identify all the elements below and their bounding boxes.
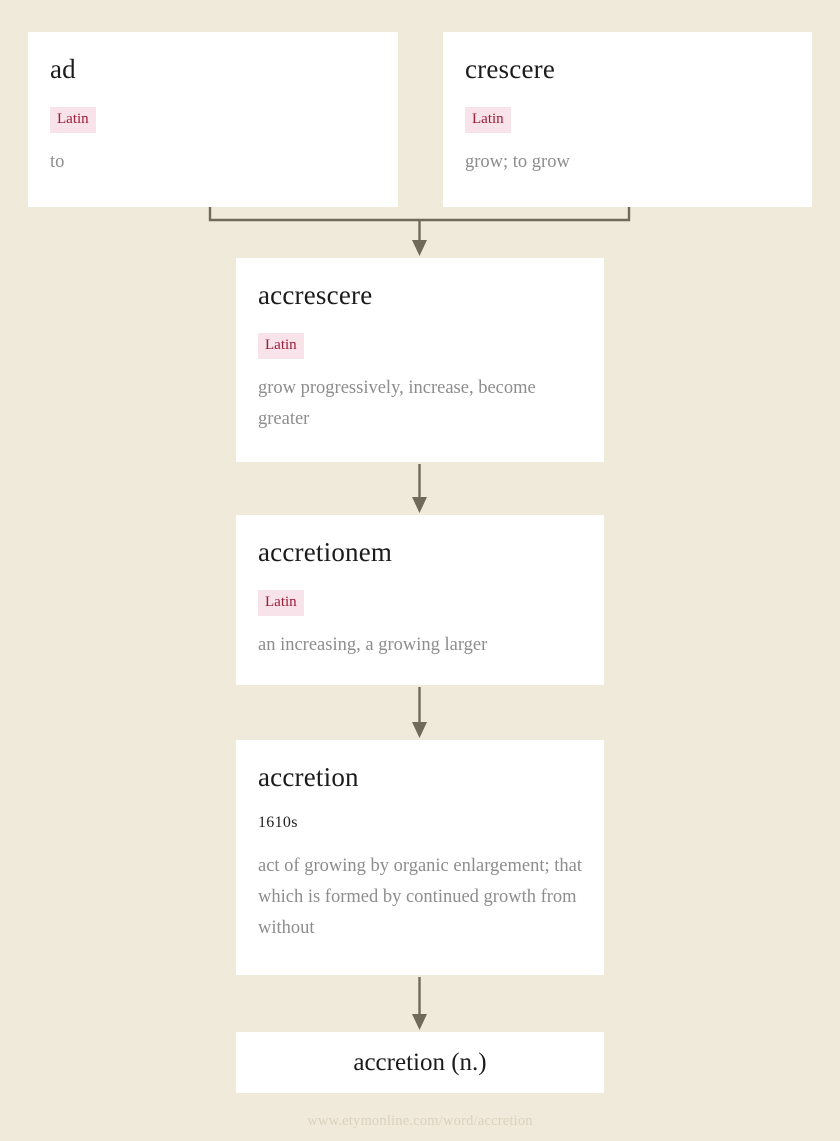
card-title: accrescere <box>258 280 373 310</box>
language-tag: Latin <box>258 590 304 617</box>
card-title: ad <box>50 54 76 84</box>
language-tag: Latin <box>258 333 304 360</box>
first-attested-date: 1610s <box>258 814 298 832</box>
card-gloss: to <box>50 152 65 173</box>
language-tag: Latin <box>465 107 511 134</box>
arrowhead-to-accretionem <box>412 497 427 513</box>
etymon-card-accretion[interactable]: accretion 1610s act of growing by organi… <box>236 740 604 975</box>
etymon-card-accretionem[interactable]: accretionem Latin an increasing, a growi… <box>236 515 604 685</box>
card-gloss: an increasing, a growing larger <box>258 635 488 656</box>
source-url: www.etymonline.com/word/accretion <box>307 1113 533 1129</box>
card-gloss: grow progressively, increase, become gre… <box>258 378 536 430</box>
arrowhead-to-accrescere <box>412 240 427 256</box>
etymon-card-ad[interactable]: ad Latin to <box>28 32 398 207</box>
etymon-card-crescere[interactable]: crescere Latin grow; to grow <box>443 32 812 207</box>
card-gloss: act of growing by organic enlargement; t… <box>258 856 582 939</box>
headword-card[interactable]: accretion (n.) <box>236 1032 604 1093</box>
etymon-card-accrescere[interactable]: accrescere Latin grow progressively, inc… <box>236 258 604 462</box>
card-gloss: grow; to grow <box>465 152 570 173</box>
headword-label: accretion (n.) <box>353 1049 487 1076</box>
card-title: crescere <box>465 54 556 84</box>
arrowhead-to-headword <box>412 1014 427 1030</box>
card-title: accretionem <box>258 537 393 567</box>
language-tag: Latin <box>50 107 96 134</box>
merge-bracket <box>208 207 631 222</box>
arrowhead-to-accretion <box>412 722 427 738</box>
card-title: accretion <box>258 762 359 792</box>
etymology-diagram: ad Latin to crescere Latin grow; to grow… <box>0 0 840 1141</box>
